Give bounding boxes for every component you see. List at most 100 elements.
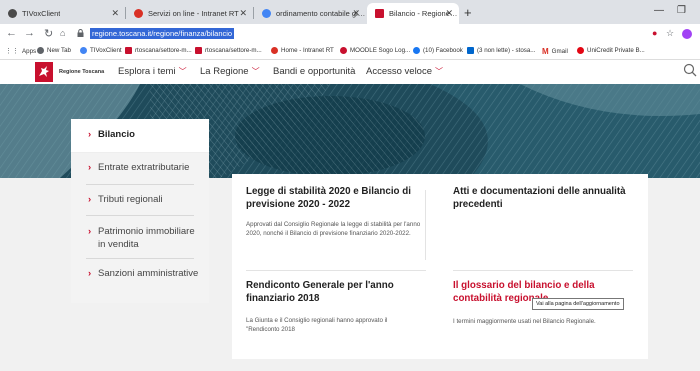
pegasus-emblem-icon — [39, 66, 49, 77]
profile-avatar-icon[interactable] — [682, 29, 692, 39]
chevron-down-icon: ﹀ — [251, 67, 260, 76]
tab-label: TIVoxClient — [22, 9, 61, 18]
globe-icon — [37, 47, 44, 54]
sidebar-item-label: Bilancio — [98, 129, 135, 140]
bookmark-star-icon[interactable]: ☆ — [666, 28, 674, 39]
close-tab-icon[interactable]: ✕ — [111, 8, 119, 19]
nav-label: La Regione — [200, 66, 249, 77]
unicredit-icon — [577, 47, 584, 54]
content-divider — [453, 270, 633, 271]
nav-label: Accesso veloce — [366, 66, 433, 77]
apps-grid-icon: ⋮⋮ — [5, 48, 19, 55]
sidebar-item-tributi-regionali[interactable]: › Tributi regionali — [71, 194, 209, 205]
nav-esplora-i-temi[interactable]: Esplora i temi ﹀ — [118, 66, 187, 77]
chevron-down-icon: ﹀ — [435, 67, 444, 76]
sidebar-divider — [86, 258, 194, 259]
bookmarks-bar: ⋮⋮ Apps New Tab TIVoxClient rtoscana/set… — [0, 45, 700, 60]
gmail-icon: M — [542, 47, 549, 56]
bookmark-label: Home - Intranet RT — [281, 47, 334, 54]
bookmark-item[interactable]: (10) Facebook — [413, 47, 463, 54]
bookmark-item[interactable]: Home - Intranet RT — [271, 47, 334, 54]
home-icon[interactable]: ⌂ — [60, 28, 65, 38]
chevron-right-icon: › — [88, 194, 92, 205]
bookmark-item[interactable]: M Gmail — [542, 47, 568, 56]
back-arrow-icon[interactable]: ← — [6, 27, 17, 39]
nav-accesso-veloce[interactable]: Accesso veloce ﹀ — [366, 66, 443, 77]
extension-icon[interactable]: ● — [652, 28, 657, 38]
sidebar-divider — [86, 184, 194, 185]
restore-window-icon[interactable]: ❐ — [677, 5, 686, 16]
bookmark-item[interactable]: New Tab — [37, 47, 71, 54]
google-favicon-icon — [262, 9, 271, 18]
nav-bandi-e-opportunita[interactable]: Bandi e opportunità — [273, 66, 355, 77]
moodle-icon — [340, 47, 347, 54]
sidebar-item-label: Tributi regionali — [98, 194, 163, 205]
chevron-down-icon: ﹀ — [178, 67, 187, 76]
bookmark-label: Apps — [22, 47, 37, 55]
bookmark-label: Gmail — [551, 48, 568, 55]
lock-icon — [77, 29, 84, 37]
sidebar-item-patrimonio-immobiliare[interactable]: › Patrimonio immobiliare in vendita — [71, 225, 209, 251]
close-tab-icon[interactable]: ✕ — [239, 8, 247, 19]
chevron-right-icon: › — [88, 129, 92, 140]
bookmark-label: (3 non lette) - stosa... — [477, 47, 536, 54]
sidebar-item-label: Sanzioni amministrative — [98, 268, 199, 279]
mail-icon — [467, 47, 474, 54]
facebook-icon — [413, 47, 420, 54]
bookmark-apps[interactable]: ⋮⋮ Apps — [5, 47, 37, 56]
bookmark-item[interactable]: rtoscana/settore-m... — [195, 47, 262, 54]
forward-arrow-icon[interactable]: → — [24, 27, 35, 39]
bookmark-label: rtoscana/settore-m... — [135, 47, 192, 54]
address-bar-url[interactable]: regione.toscana.it/regione/finanza/bilan… — [90, 28, 235, 39]
sidebar-item-label: Patrimonio immobiliare in vendita — [98, 226, 195, 250]
browser-tab-active[interactable]: Bilancio - Regione Toscana ✕ — [367, 3, 459, 24]
bookmark-item[interactable]: (3 non lette) - stosa... — [467, 47, 535, 54]
logo-text: Regione Toscana — [59, 69, 105, 75]
new-tab-plus-icon[interactable]: + — [464, 5, 472, 20]
card-text: La Giunta e il Consiglio regionali hanno… — [246, 317, 388, 333]
nav-label: Bandi e opportunità — [273, 66, 356, 77]
search-icon[interactable] — [683, 63, 697, 77]
card-title-atti-e-documentazioni[interactable]: Atti e documentazioni delle annualità pr… — [453, 186, 633, 211]
browser-tab[interactable]: ordinamento contabile giunta re ✕ — [254, 3, 366, 24]
sidebar-item-sanzioni-amministrative[interactable]: › Sanzioni amministrative — [71, 268, 209, 279]
bookmark-label: New Tab — [47, 47, 71, 54]
minimize-window-icon[interactable]: — — [654, 5, 664, 16]
intranet-icon — [271, 47, 278, 54]
sidebar-divider — [86, 215, 194, 216]
browser-toolbar: ← → ↻ ⌂ regione.toscana.it/regione/finan… — [0, 24, 700, 45]
browser-tab[interactable]: Servizi on line - Intranet RT ✕ — [126, 3, 253, 24]
chevron-right-icon: › — [88, 162, 92, 173]
regione-favicon-icon — [375, 9, 384, 18]
nav-la-regione[interactable]: La Regione ﹀ — [200, 66, 260, 77]
regione-icon — [195, 47, 202, 54]
tab-label: Servizi on line - Intranet RT — [148, 9, 239, 18]
bookmark-label: rtoscana/settore-m... — [205, 47, 262, 54]
bookmark-item[interactable]: MOODLE Sogo Log... — [340, 47, 410, 54]
chevron-right-icon: › — [88, 226, 92, 237]
reload-icon[interactable]: ↻ — [44, 27, 53, 40]
bookmark-item[interactable]: rtoscana/settore-m... — [125, 47, 192, 54]
bookmark-item[interactable]: TIVoxClient — [80, 47, 122, 54]
browser-tab[interactable]: TIVoxClient ✕ — [0, 3, 125, 24]
browser-tab-strip: TIVoxClient ✕ Servizi on line - Intranet… — [0, 0, 700, 24]
regione-toscana-logo[interactable] — [35, 62, 53, 82]
site-header: Regione Toscana Esplora i temi ﹀ La Regio… — [0, 60, 700, 84]
section-sidebar: › Bilancio › Entrate extratributarie › T… — [71, 119, 209, 303]
card-text: Approvati dal Consiglio Regionale la leg… — [246, 221, 421, 237]
sidebar-item-entrate-extratributarie[interactable]: › Entrate extratributarie — [71, 162, 209, 173]
nav-label: Esplora i temi — [118, 66, 176, 77]
sidebar-item-label: Entrate extratributarie — [98, 162, 190, 173]
content-divider — [246, 270, 426, 271]
content-divider — [425, 190, 426, 260]
bookmark-label: (10) Facebook — [423, 47, 463, 54]
close-tab-icon[interactable]: ✕ — [445, 8, 453, 19]
sidebar-item-bilancio[interactable]: › Bilancio — [71, 119, 209, 153]
card-title-rendiconto-generale[interactable]: Rendiconto Generale per l'anno finanziar… — [246, 280, 416, 305]
link-tooltip: Vai alla pagina dell'aggiornamento — [532, 298, 624, 310]
bookmark-label: MOODLE Sogo Log... — [350, 47, 411, 54]
tivox-icon — [80, 47, 87, 54]
close-tab-icon[interactable]: ✕ — [352, 8, 360, 19]
card-title-legge-di-stabilita[interactable]: Legge di stabilità 2020 e Bilancio di pr… — [246, 186, 416, 211]
bookmark-item[interactable]: UniCredit Private B... — [577, 47, 645, 54]
